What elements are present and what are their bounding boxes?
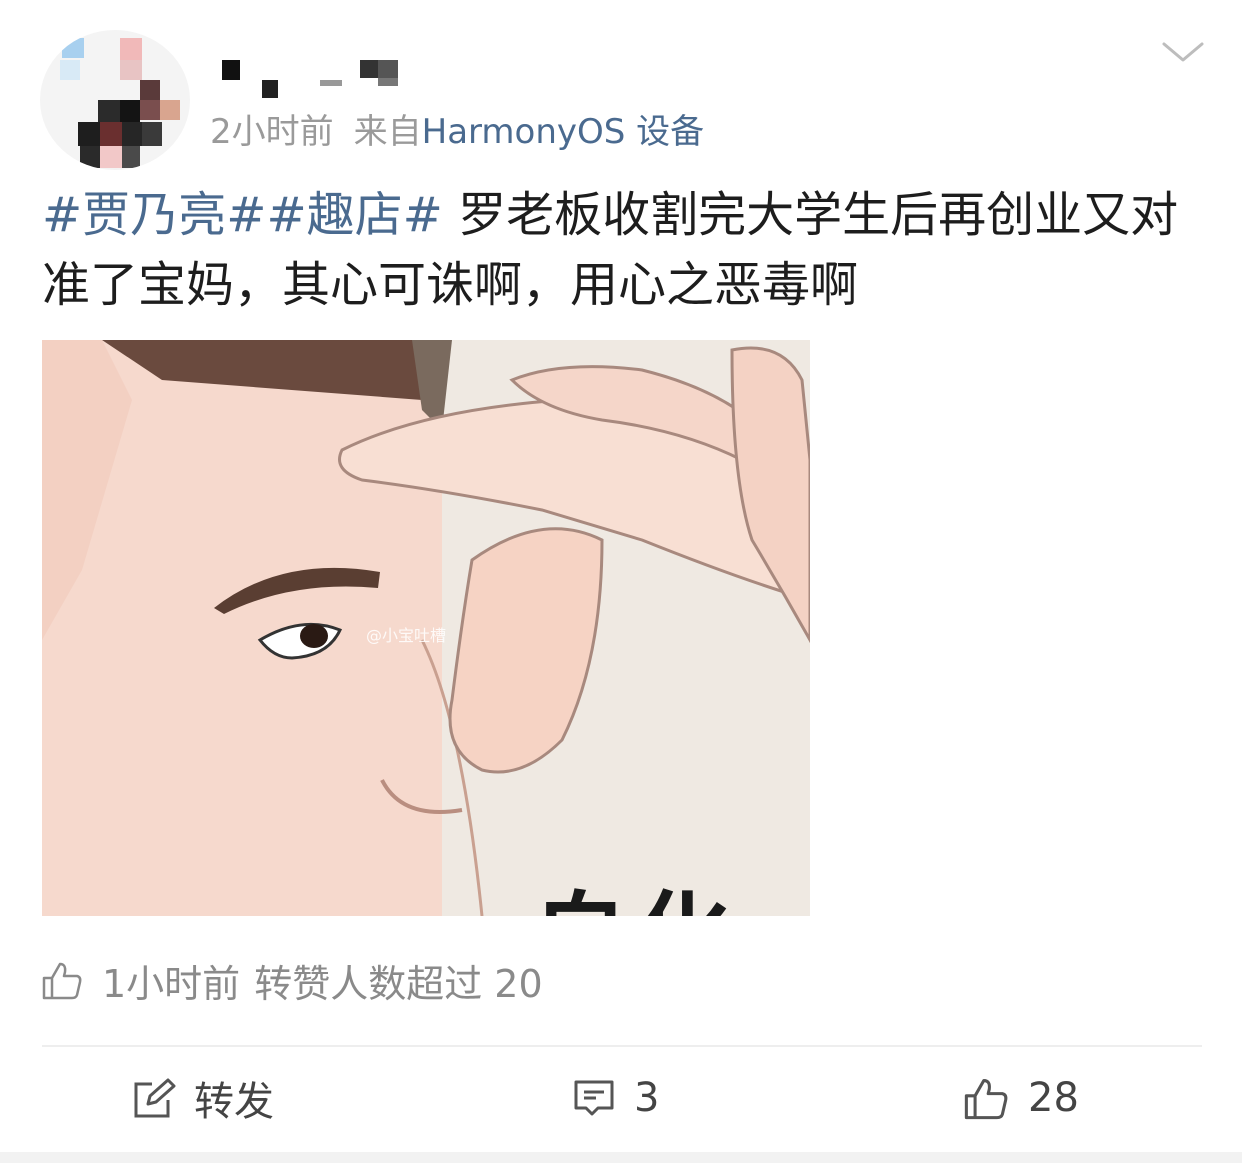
bottom-separator [0, 1152, 1242, 1163]
avatar-pixel [98, 100, 120, 122]
thumb-up-icon [42, 962, 82, 1000]
info-text: 转赞人数超过 20 [254, 961, 543, 1006]
like-button[interactable]: 28 [962, 1068, 1079, 1128]
repost-icon [134, 1078, 176, 1118]
avatar-pixel [142, 122, 162, 146]
avatar-pixel [80, 146, 100, 168]
avatar-pixel [140, 80, 160, 100]
hashtag[interactable]: #贾乃亮# [42, 187, 266, 243]
avatar-pixel [160, 100, 180, 120]
avatar-pixel [122, 146, 140, 168]
avatar-pixel [120, 60, 142, 80]
username-pixel [320, 80, 342, 86]
avatar-pixel [140, 100, 162, 120]
chevron-down-icon[interactable] [1160, 34, 1206, 70]
repost-button[interactable]: 转发 [132, 1068, 274, 1128]
username[interactable] [210, 52, 410, 100]
username-pixel [378, 60, 398, 78]
avatar-pixel [100, 146, 122, 168]
avatar-pixel [122, 122, 142, 146]
avatar-pixel [120, 100, 140, 122]
source-device[interactable]: HarmonyOS 设备 [422, 112, 705, 152]
image-caption: 自化 [532, 860, 736, 916]
comment-button[interactable]: 3 [572, 1068, 659, 1128]
comment-icon [574, 1080, 614, 1116]
username-pixel [262, 80, 278, 98]
post-meta: 2小时前 来自HarmonyOS 设备 [210, 104, 704, 153]
avatar-pixel [62, 38, 84, 58]
post-text: #贾乃亮##趣店# 罗老板收割完大学生后再创业又对准了宝妈，其心可诛啊，用心之恶… [42, 180, 1202, 320]
hashtag[interactable]: #趣店# [266, 187, 442, 243]
like-count: 28 [1028, 1075, 1079, 1121]
post-image[interactable]: @小宝吐槽 自化 [42, 340, 810, 916]
avatar[interactable] [40, 30, 190, 170]
thumb-up-icon [964, 1079, 1008, 1120]
avatar-pixel [120, 38, 142, 60]
username-pixel [222, 60, 240, 80]
username-pixel [360, 60, 378, 78]
post-time: 2小时前 [210, 112, 334, 152]
avatar-pixel [60, 60, 80, 80]
source-prefix: 来自 [353, 112, 422, 152]
avatar-pixel [78, 122, 100, 146]
info-time: 1小时前 [102, 961, 241, 1006]
username-pixel [378, 78, 398, 86]
comment-count: 3 [634, 1075, 660, 1121]
repost-label: 转发 [194, 1079, 274, 1125]
image-watermark: @小宝吐槽 [366, 626, 447, 645]
avatar-pixel [100, 122, 122, 146]
like-info-row: 1小时前 转赞人数超过 20 [40, 950, 543, 1010]
divider [42, 1045, 1202, 1047]
